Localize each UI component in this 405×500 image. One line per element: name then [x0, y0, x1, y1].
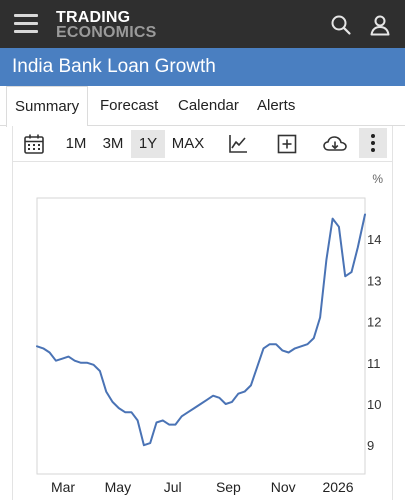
- y-tick-label: 14: [367, 232, 381, 247]
- logo-line-1: TRADING: [56, 9, 131, 26]
- x-tick-label: Mar: [51, 479, 75, 495]
- y-tick-label: 13: [367, 273, 381, 288]
- y-axis-unit-label: %: [372, 172, 383, 186]
- page-title-bar: India Bank Loan Growth: [0, 48, 405, 86]
- plot-frame: [36, 197, 366, 475]
- x-tick-label: Jul: [164, 479, 182, 495]
- tab-forecast[interactable]: Forecast: [100, 86, 158, 126]
- add-box-icon[interactable]: [275, 132, 299, 156]
- hamburger-menu-icon[interactable]: [14, 14, 38, 34]
- range-1m-button[interactable]: 1M: [61, 130, 91, 158]
- page-title: India Bank Loan Growth: [12, 56, 216, 77]
- line-chart[interactable]: % 9 10 11 12 13 14 Mar May Jul Sep Nov 2026: [13, 162, 394, 500]
- line-chart-icon[interactable]: [226, 132, 250, 156]
- tab-calendar[interactable]: Calendar: [178, 86, 239, 126]
- x-tick-label: May: [105, 479, 131, 495]
- search-icon[interactable]: [330, 14, 352, 36]
- range-3m-button[interactable]: 3M: [97, 130, 129, 158]
- chart-toolbar: 1M 3M 1Y MAX: [12, 126, 393, 162]
- app-header: TRADING ECONOMICS: [0, 0, 405, 48]
- range-1y-button[interactable]: 1Y: [131, 130, 165, 158]
- series-line: [36, 213, 366, 447]
- range-max-button[interactable]: MAX: [169, 130, 207, 158]
- chart-panel: % 9 10 11 12 13 14 Mar May Jul Sep Nov 2026: [12, 162, 393, 500]
- y-tick-label: 9: [367, 438, 374, 453]
- cloud-download-icon[interactable]: [322, 132, 348, 156]
- x-tick-label: Nov: [271, 479, 296, 495]
- tab-alerts[interactable]: Alerts: [257, 86, 295, 126]
- x-tick-label: 2026: [322, 479, 353, 495]
- y-tick-label: 11: [367, 356, 381, 371]
- user-account-icon[interactable]: [369, 14, 391, 36]
- site-logo[interactable]: TRADING ECONOMICS: [56, 9, 157, 41]
- y-tick-label: 12: [367, 315, 381, 330]
- calendar-icon[interactable]: [22, 132, 46, 156]
- y-tick-label: 10: [367, 397, 381, 412]
- more-options-icon[interactable]: [359, 128, 387, 158]
- logo-line-2: ECONOMICS: [56, 24, 157, 41]
- tab-summary[interactable]: Summary: [6, 86, 89, 127]
- x-tick-label: Sep: [216, 479, 241, 495]
- tab-bar: Summary Forecast Calendar Alerts: [0, 86, 405, 127]
